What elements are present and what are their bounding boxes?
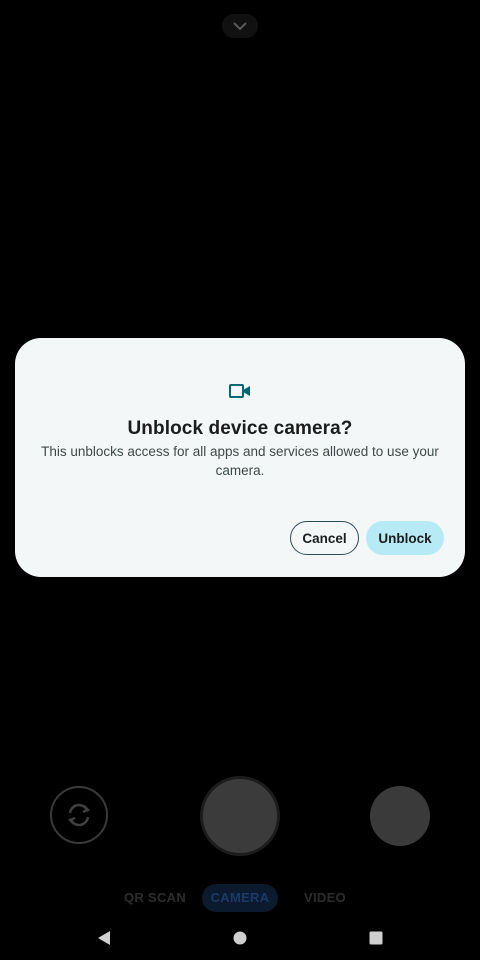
system-navigation-bar bbox=[0, 918, 480, 960]
nav-home-button[interactable] bbox=[220, 918, 260, 958]
gallery-thumbnail-button[interactable] bbox=[370, 786, 430, 846]
recents-square-icon bbox=[369, 931, 383, 945]
mode-selector: QR SCAN CAMERA VIDEO bbox=[0, 884, 480, 912]
dialog-message: This unblocks access for all apps and se… bbox=[41, 444, 439, 478]
expand-controls-button[interactable] bbox=[222, 14, 258, 38]
cancel-button[interactable]: Cancel bbox=[290, 521, 359, 555]
nav-recents-button[interactable] bbox=[356, 918, 396, 958]
camera-screen: QR SCAN CAMERA VIDEO Unblock device came… bbox=[0, 0, 480, 960]
mode-video[interactable]: VIDEO bbox=[296, 884, 354, 912]
home-circle-icon bbox=[233, 931, 247, 945]
videocam-icon bbox=[229, 384, 250, 398]
back-triangle-icon bbox=[98, 931, 110, 945]
flip-camera-icon bbox=[67, 803, 91, 827]
dialog-title: Unblock device camera? bbox=[127, 418, 353, 439]
unblock-button[interactable]: Unblock bbox=[366, 521, 444, 555]
chevron-down-icon bbox=[233, 21, 247, 30]
mode-camera[interactable]: CAMERA bbox=[202, 884, 278, 912]
shutter-button[interactable] bbox=[200, 776, 280, 856]
unblock-camera-dialog: Unblock device camera? This unblocks acc… bbox=[15, 338, 465, 577]
mode-qr-scan[interactable]: QR SCAN bbox=[118, 884, 192, 912]
switch-camera-button[interactable] bbox=[50, 786, 108, 844]
nav-back-button[interactable] bbox=[84, 918, 124, 958]
